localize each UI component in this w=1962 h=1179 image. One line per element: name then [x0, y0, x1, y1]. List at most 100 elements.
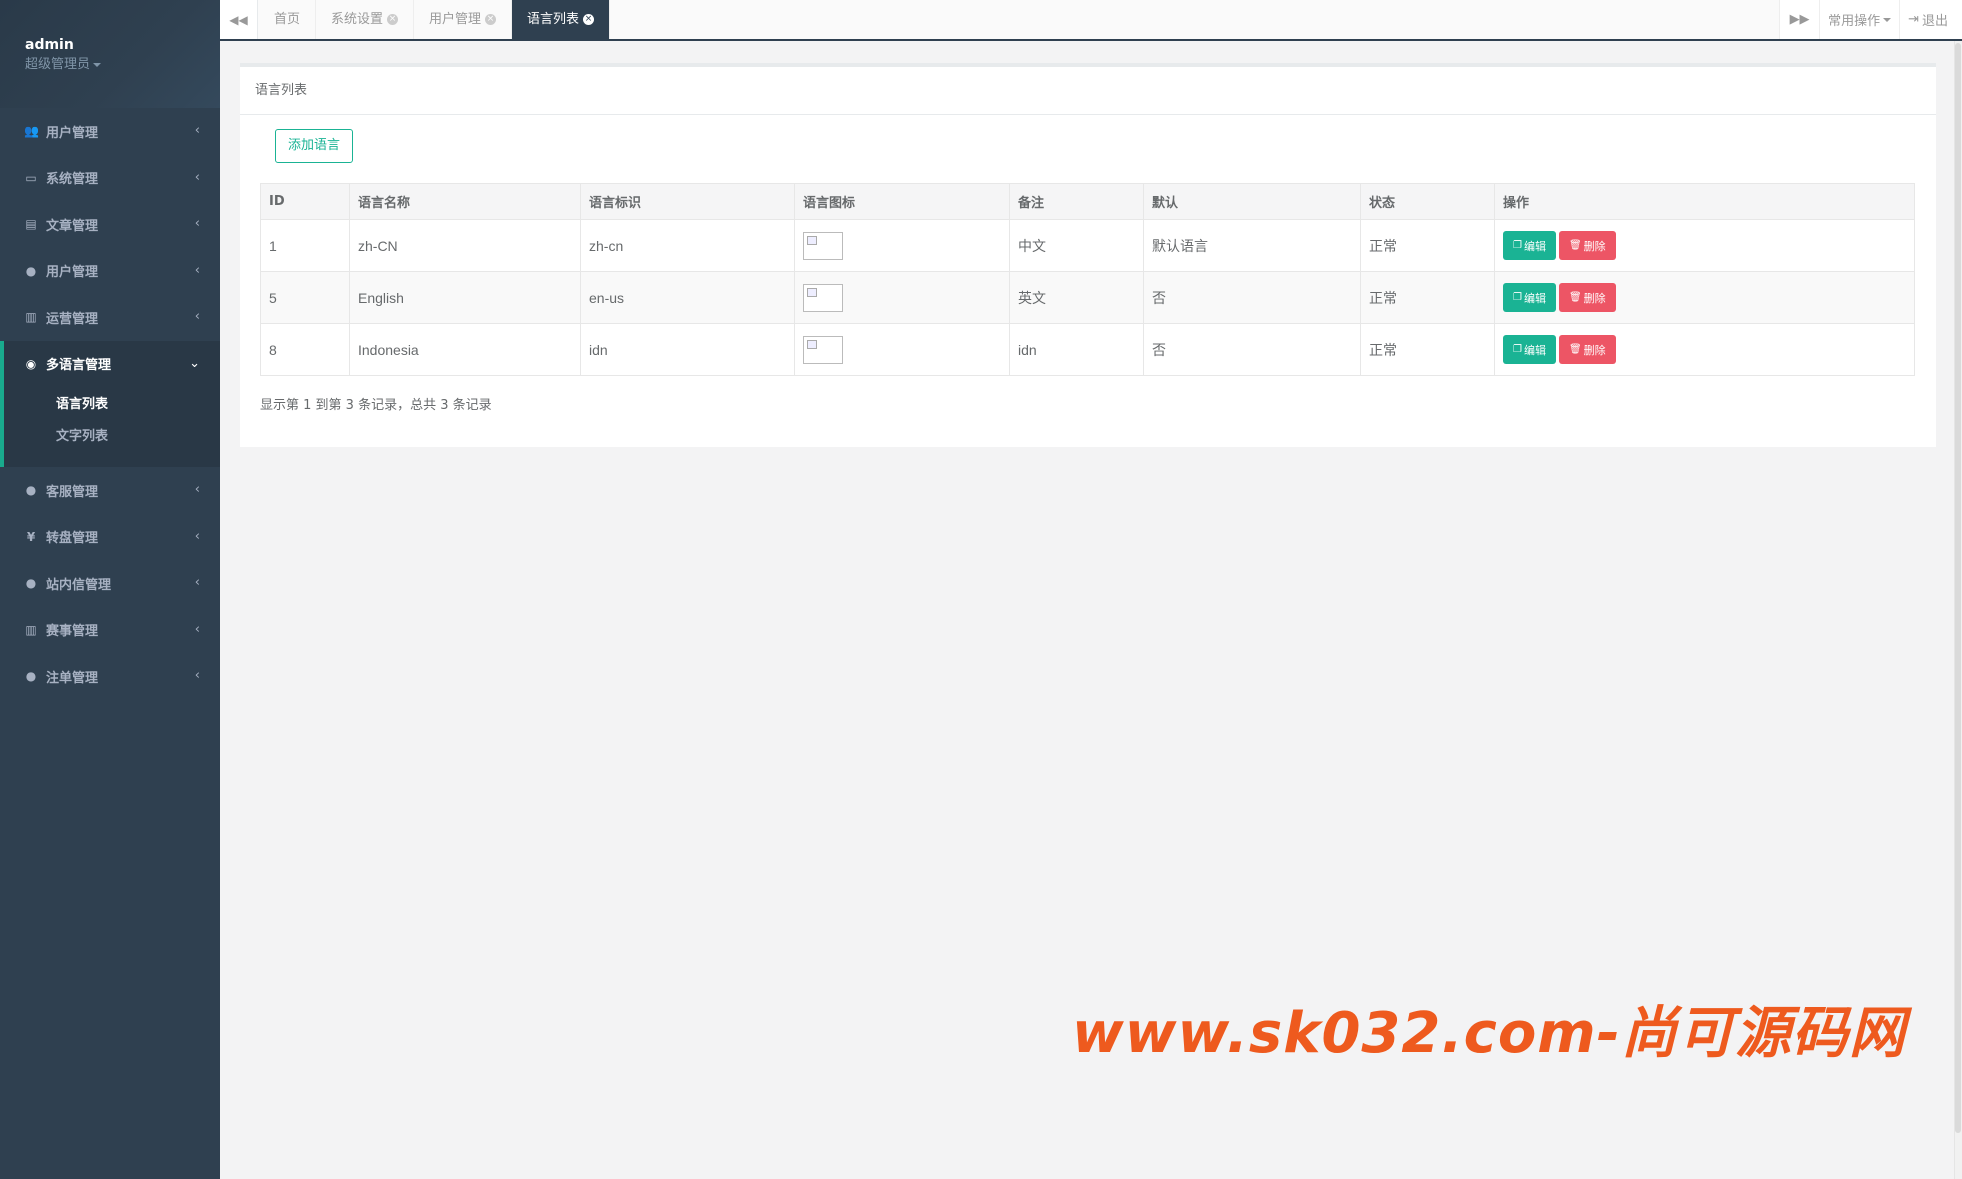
broken-image-icon: [803, 231, 843, 260]
chevron-down-icon: ⌄: [189, 355, 200, 371]
user-icon: ●: [25, 669, 37, 684]
nav-service-mgmt[interactable]: ● 客服管理 ‹: [0, 467, 220, 514]
chevron-left-icon: ‹: [194, 262, 200, 278]
tab-label: 首页: [274, 12, 301, 27]
nav-label: 用户管理: [46, 125, 99, 141]
chevron-left-icon: ‹: [194, 575, 200, 591]
sidebar: admin 超级管理员 👥 用户管理 ‹ ▭ 系统管理 ‹ ▤ 文章管理 ‹ ● 用户管理 ‹ …: [0, 0, 220, 1179]
nav-message-mgmt[interactable]: ● 站内信管理 ‹: [0, 560, 220, 607]
chevron-left-icon: ‹: [194, 309, 200, 325]
profile-role: 超级管理员: [25, 57, 91, 72]
cell-actions: ❐ 编辑 🗑 删除: [1494, 271, 1915, 324]
profile-role-dropdown[interactable]: 超级管理员: [25, 55, 220, 74]
cell-code: en-us: [580, 271, 795, 324]
trash-icon: 🗑: [1568, 240, 1582, 251]
add-language-button[interactable]: 添加语言: [275, 129, 354, 163]
table-row: 5 English en-us 英文 否 正常 ❐ 编辑 🗑 删除: [260, 271, 1915, 324]
col-status[interactable]: 状态: [1360, 183, 1495, 220]
tabs-scroll-left-button[interactable]: ◀◀: [220, 0, 258, 39]
nav-wheel-mgmt[interactable]: ¥ 转盘管理 ‹: [0, 514, 220, 561]
close-icon[interactable]: ×: [387, 14, 399, 25]
chevron-left-icon: ‹: [194, 621, 200, 637]
cell-icon: [794, 219, 1010, 272]
tab-label: 系统设置: [331, 12, 384, 27]
logout-label: 退出: [1921, 14, 1948, 29]
edit-button[interactable]: ❐ 编辑: [1503, 231, 1556, 260]
nav-label: 系统管理: [46, 172, 99, 188]
nav-article-mgmt[interactable]: ▤ 文章管理 ‹: [0, 201, 220, 248]
copy-icon: ❐: [1513, 240, 1522, 251]
col-code[interactable]: 语言标识: [580, 183, 795, 220]
subnav: 语言列表 文字列表: [4, 387, 220, 467]
cell-code: zh-cn: [580, 219, 795, 272]
tab-user-management[interactable]: 用户管理 ×: [414, 0, 513, 39]
delete-button[interactable]: 🗑 删除: [1558, 335, 1616, 364]
nav-user-mgmt-2[interactable]: ● 用户管理 ‹: [0, 248, 220, 295]
caret-down-icon: [93, 62, 102, 67]
scrollbar-thumb[interactable]: [1955, 43, 1961, 1133]
table-row: 8 Indonesia idn idn 否 正常 ❐ 编辑 🗑 删除: [260, 323, 1915, 376]
subnav-text-list[interactable]: 文字列表: [4, 421, 220, 453]
cell-name: zh-CN: [349, 219, 581, 272]
pagination-info: 显示第 1 到第 3 条记录，总共 3 条记录: [260, 398, 492, 413]
tab-label: 用户管理: [429, 12, 482, 27]
comment-icon: ●: [25, 483, 37, 498]
nav-match-mgmt[interactable]: ▥ 赛事管理 ‹: [0, 607, 220, 654]
close-icon[interactable]: ×: [485, 14, 497, 25]
col-name[interactable]: 语言名称: [349, 183, 581, 220]
col-note[interactable]: 备注: [1009, 183, 1144, 220]
nav-bet-mgmt[interactable]: ● 注单管理 ‹: [0, 653, 220, 700]
subnav-language-list[interactable]: 语言列表: [4, 389, 220, 421]
nav-user-mgmt[interactable]: 👥 用户管理 ‹: [0, 108, 220, 155]
profile: admin 超级管理员: [0, 0, 220, 108]
double-left-icon: ◀◀: [229, 12, 248, 27]
cell-status: 正常: [1360, 323, 1495, 376]
edit-button[interactable]: ❐ 编辑: [1503, 283, 1556, 312]
common-ops-dropdown[interactable]: 常用操作: [1819, 0, 1900, 39]
nav-label: 转盘管理: [46, 531, 99, 547]
tab-language-list[interactable]: 语言列表 ×: [512, 0, 611, 39]
col-id[interactable]: ID: [260, 183, 350, 220]
logout-button[interactable]: ⇥ 退出: [1899, 0, 1962, 39]
table-header-row: ID 语言名称 语言标识 语言图标 备注 默认 状态 操作: [260, 183, 1915, 220]
globe-icon: ◉: [25, 356, 37, 371]
cell-default: 否: [1143, 271, 1361, 324]
copy-icon: ❐: [1513, 344, 1522, 355]
tab-label: 语言列表: [527, 12, 580, 27]
close-icon[interactable]: ×: [583, 14, 595, 25]
col-icon[interactable]: 语言图标: [794, 183, 1010, 220]
tab-home[interactable]: 首页: [259, 0, 317, 39]
nav-label: 注单管理: [46, 670, 99, 686]
chevron-left-icon: ‹: [194, 668, 200, 684]
table-row: 1 zh-CN zh-cn 中文 默认语言 正常 ❐ 编辑 🗑 删除: [260, 219, 1915, 272]
broken-image-icon: [803, 283, 843, 312]
profile-name: admin: [25, 37, 74, 53]
nav-operation-mgmt[interactable]: ▥ 运营管理 ‹: [0, 294, 220, 341]
nav-label: 文章管理: [46, 218, 99, 234]
tab-system-settings[interactable]: 系统设置 ×: [316, 0, 415, 39]
double-right-icon: ▶▶: [1789, 12, 1810, 27]
language-list-panel: 语言列表 添加语言 ID 语言名称 语言标识 语言图标 备注 默认 状态 操作 …: [240, 63, 1936, 447]
nav-system-mgmt[interactable]: ▭ 系统管理 ‹: [0, 155, 220, 202]
cell-status: 正常: [1360, 271, 1495, 324]
delete-button[interactable]: 🗑 删除: [1558, 231, 1616, 260]
tab-bar: ◀◀ 首页 系统设置 × 用户管理 × 语言列表 × ▶▶ 常用操作 ⇥ 退出: [220, 0, 1962, 41]
cell-note: idn: [1009, 323, 1144, 376]
comment-icon: ●: [25, 576, 37, 591]
tabs-scroll-right-button[interactable]: ▶▶: [1779, 0, 1820, 39]
nav-label: 站内信管理: [46, 577, 112, 593]
sign-out-icon: ⇥: [1908, 12, 1919, 27]
nav-label: 多语言管理: [46, 358, 112, 374]
common-ops-label: 常用操作: [1828, 14, 1881, 29]
edit-button[interactable]: ❐ 编辑: [1503, 335, 1556, 364]
chevron-left-icon: ‹: [194, 216, 200, 232]
book-icon: ▤: [25, 217, 37, 232]
nav-multilang-mgmt[interactable]: ◉ 多语言管理 ⌄ 语言列表 文字列表: [0, 340, 220, 467]
nav-label: 赛事管理: [46, 624, 99, 640]
cell-status: 正常: [1360, 219, 1495, 272]
col-default[interactable]: 默认: [1143, 183, 1361, 220]
nav-label: 运营管理: [46, 311, 99, 327]
edit-label: 编辑: [1523, 291, 1546, 305]
nav-label: 客服管理: [46, 484, 99, 500]
delete-button[interactable]: 🗑 删除: [1558, 283, 1616, 312]
